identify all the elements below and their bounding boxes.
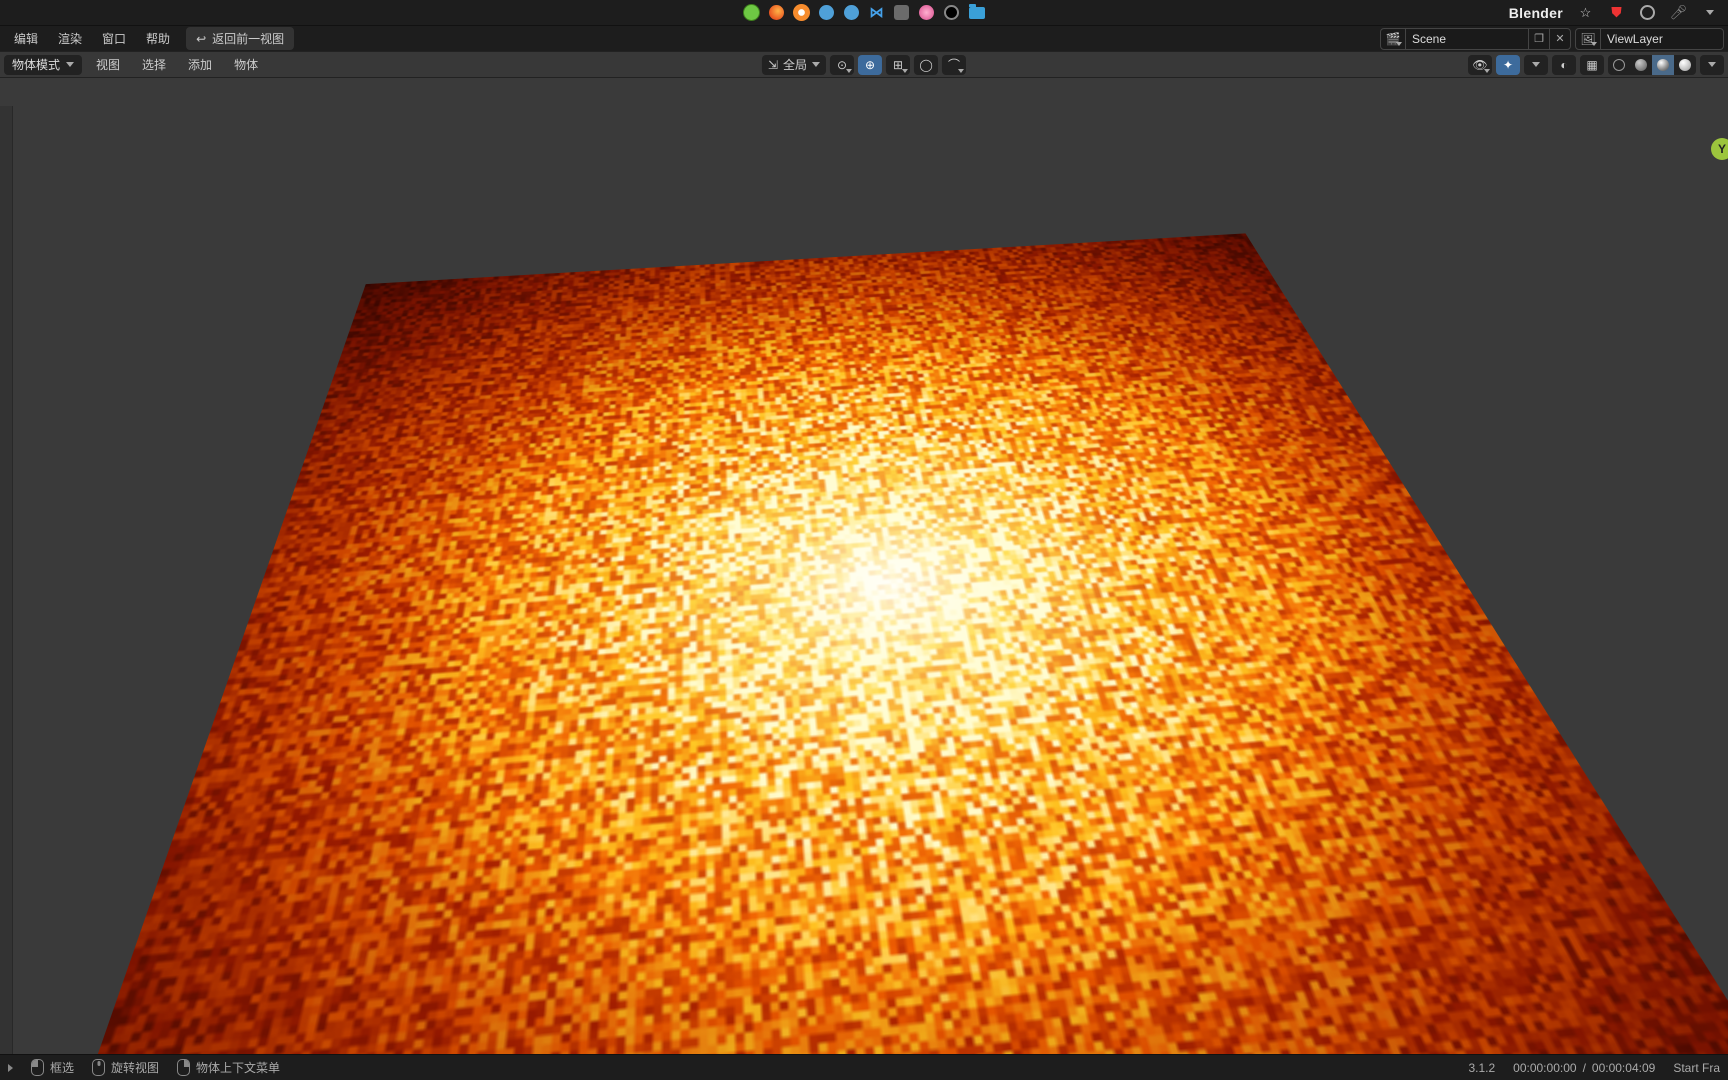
shading-solid[interactable] (1630, 55, 1652, 75)
proportional-falloff-dropdown[interactable]: ⌒ (942, 55, 966, 75)
transform-orientation-dropdown[interactable]: ⇲ 全局 (762, 55, 826, 75)
back-arrow-icon: ↩ (196, 32, 206, 46)
active-app-name: Blender (1509, 5, 1563, 21)
delete-scene-button[interactable]: ✕ (1549, 29, 1570, 49)
back-to-previous-button[interactable]: ↩ 返回前一视图 (186, 27, 294, 50)
frame-label: Start Fra (1673, 1061, 1720, 1075)
viewport-shading-selector (1608, 55, 1696, 75)
app-icon-obs[interactable] (943, 4, 960, 21)
back-label: 返回前一视图 (212, 30, 284, 47)
viewlayer-icon: 🖼 (1576, 29, 1601, 49)
system-menu-dropdown[interactable] (1701, 4, 1718, 21)
visibility-filter-dropdown[interactable]: 👁 (1468, 55, 1492, 75)
obs-tray-icon[interactable] (1639, 4, 1656, 21)
scene-content (264, 78, 1464, 1054)
app-icon-generic-2[interactable] (893, 4, 910, 21)
orientation-label: 全局 (783, 56, 807, 73)
menu-edit[interactable]: 编辑 (4, 26, 48, 51)
notifications-icon[interactable]: ☆ (1577, 4, 1594, 21)
shading-rendered[interactable] (1674, 55, 1696, 75)
snap-target-dropdown[interactable]: ⊞ (886, 55, 910, 75)
shading-material-preview[interactable] (1652, 55, 1674, 75)
scene-name-input[interactable] (1406, 29, 1528, 49)
chevron-down-icon (66, 62, 74, 67)
status-hint-rotate: 旋转视图 (92, 1059, 159, 1076)
xray-toggle[interactable]: ▦ (1580, 55, 1604, 75)
viewlayer-selector[interactable]: 🖼 (1575, 28, 1724, 50)
blender-version-label: 3.1.2 (1468, 1061, 1495, 1075)
viewport-menu-object[interactable]: 物体 (226, 56, 266, 73)
status-bar: 框选 旋转视图 物体上下文菜单 3.1.2 00:00:00:00 / 00:0… (0, 1054, 1728, 1080)
security-shield-icon[interactable]: ⛊ (1608, 4, 1625, 21)
scene-icon: 🎬 (1381, 29, 1406, 49)
gizmo-options-dropdown[interactable] (1524, 55, 1548, 75)
chevron-down-icon (812, 62, 820, 67)
toolbar-strip[interactable] (0, 106, 13, 1054)
microphone-icon[interactable]: 🎤︎ (1670, 4, 1687, 21)
noise-texture-preview (0, 233, 1728, 1054)
gizmo-toggle[interactable]: ✦ (1496, 55, 1520, 75)
scene-selector[interactable]: 🎬 ❐ ✕ (1380, 28, 1571, 50)
shading-wireframe[interactable] (1608, 55, 1630, 75)
nav-gizmo-y-axis[interactable]: Y (1711, 138, 1728, 160)
viewport-menu-view[interactable]: 视图 (88, 56, 128, 73)
blender-topbar: 编辑 渲染 窗口 帮助 ↩ 返回前一视图 🎬 ❐ ✕ 🖼 (0, 25, 1728, 51)
status-hint-context-menu: 物体上下文菜单 (177, 1059, 280, 1076)
interaction-mode-dropdown[interactable]: 物体模式 (4, 55, 82, 75)
pivot-point-dropdown[interactable]: ⊙ (830, 55, 854, 75)
3d-viewport[interactable]: Y (0, 78, 1728, 1054)
menu-help[interactable]: 帮助 (136, 26, 180, 51)
orientation-icon: ⇲ (768, 58, 778, 72)
os-taskbar-center: ⋈ (743, 0, 985, 25)
overlay-toggle[interactable]: ◐ (1552, 55, 1576, 75)
viewport-header: 物体模式 视图 选择 添加 物体 ⇲ 全局 ⊙ ⊕ ⊞ ◯ ⌒ 👁 ✦ ◐ ▦ (0, 51, 1728, 78)
menu-render[interactable]: 渲染 (48, 26, 92, 51)
app-icon-blender[interactable] (793, 4, 810, 21)
os-taskbar: ⋈ Blender ☆ ⛊ 🎤︎ (0, 0, 1728, 25)
viewlayer-name-input[interactable] (1601, 29, 1723, 49)
mouse-right-icon (177, 1059, 190, 1076)
mouse-left-icon (31, 1059, 44, 1076)
status-hint-select: 框选 (31, 1059, 74, 1076)
mode-label: 物体模式 (12, 56, 60, 73)
app-icon-vscode[interactable]: ⋈ (868, 4, 885, 21)
app-icon-firefox[interactable] (768, 4, 785, 21)
viewport-menu-select[interactable]: 选择 (134, 56, 174, 73)
proportional-edit-toggle[interactable]: ◯ (914, 55, 938, 75)
snap-toggle[interactable]: ⊕ (858, 55, 882, 75)
timecode-display: 00:00:00:00 / 00:00:04:09 (1513, 1061, 1655, 1075)
app-icon-generic-3[interactable] (918, 4, 935, 21)
app-icon-system[interactable] (743, 4, 760, 21)
menu-window[interactable]: 窗口 (92, 26, 136, 51)
viewport-menu-add[interactable]: 添加 (180, 56, 220, 73)
status-expand-icon[interactable] (8, 1064, 13, 1072)
shading-options-dropdown[interactable] (1700, 55, 1724, 75)
app-icon-files[interactable] (968, 4, 985, 21)
app-icon-generic-1[interactable] (818, 4, 835, 21)
os-taskbar-right: Blender ☆ ⛊ 🎤︎ (1509, 0, 1718, 25)
app-icon-godot[interactable] (843, 4, 860, 21)
new-scene-button[interactable]: ❐ (1528, 29, 1549, 49)
textured-plane-object[interactable] (0, 233, 1728, 1054)
mouse-middle-icon (92, 1059, 105, 1076)
